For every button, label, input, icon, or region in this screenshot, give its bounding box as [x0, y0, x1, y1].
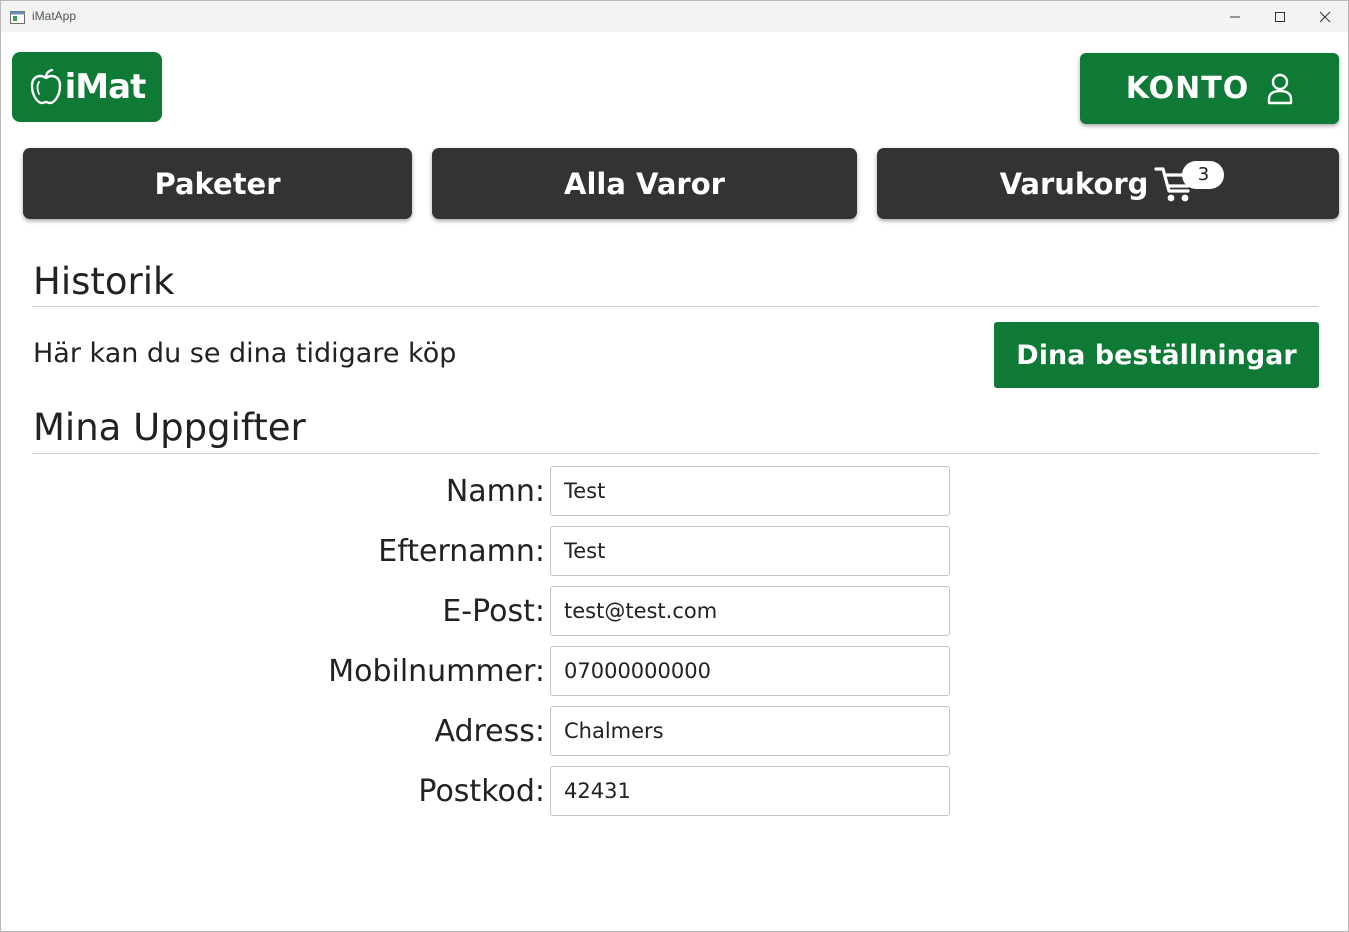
- cart-indicator: 3: [1154, 159, 1225, 209]
- postkod-label: Postkod:: [418, 774, 545, 809]
- minimize-button[interactable]: [1212, 1, 1258, 32]
- app-window: iMatApp iMat KONTO Paketer Alla Varor Va…: [0, 0, 1349, 932]
- form-row-postkod: Postkod:: [1, 766, 1349, 816]
- namn-label: Namn:: [445, 474, 545, 509]
- adress-field[interactable]: [550, 706, 950, 756]
- title-bar[interactable]: iMatApp: [1, 1, 1348, 32]
- adress-label: Adress:: [434, 714, 545, 749]
- epost-label: E-Post:: [442, 594, 545, 629]
- efternamn-label: Efternamn:: [378, 534, 545, 569]
- postkod-field[interactable]: [550, 766, 950, 816]
- nav-paketer-label: Paketer: [154, 166, 281, 201]
- form-row-adress: Adress:: [1, 706, 1349, 756]
- mobilnummer-field[interactable]: [550, 646, 950, 696]
- close-button[interactable]: [1302, 1, 1348, 32]
- historik-divider: [32, 306, 1319, 307]
- imat-logo[interactable]: iMat: [12, 52, 162, 122]
- close-icon: [1319, 11, 1331, 23]
- nav-varukorg-button[interactable]: Varukorg 3: [877, 148, 1339, 219]
- form-row-efternamn: Efternamn:: [1, 526, 1349, 576]
- form-row-mobilnummer: Mobilnummer:: [1, 646, 1349, 696]
- epost-field[interactable]: [550, 586, 950, 636]
- mina-uppgifter-title: Mina Uppgifter: [33, 406, 306, 449]
- maximize-icon: [1275, 12, 1285, 22]
- namn-field[interactable]: [550, 466, 950, 516]
- nav-varukorg-label: Varukorg: [999, 166, 1149, 201]
- user-icon: [1268, 73, 1293, 104]
- minimize-icon: [1230, 16, 1240, 18]
- mobilnummer-label: Mobilnummer:: [328, 654, 545, 689]
- nav-alla-varor-label: Alla Varor: [564, 166, 725, 201]
- form-row-epost: E-Post:: [1, 586, 1349, 636]
- window-title: iMatApp: [32, 9, 77, 23]
- nav-paketer-button[interactable]: Paketer: [23, 148, 412, 219]
- konto-label: KONTO: [1125, 71, 1250, 106]
- cart-count-badge: 3: [1182, 160, 1225, 189]
- maximize-button[interactable]: [1257, 1, 1303, 32]
- konto-button[interactable]: KONTO: [1080, 53, 1339, 124]
- dina-bestallningar-button[interactable]: Dina beställningar: [994, 322, 1319, 388]
- historik-title: Historik: [33, 260, 175, 303]
- historik-description: Här kan du se dina tidigare köp: [33, 338, 457, 369]
- nav-alla-varor-button[interactable]: Alla Varor: [432, 148, 857, 219]
- apple-icon: [30, 68, 61, 105]
- logo-text: iMat: [64, 67, 147, 107]
- app-icon: [10, 9, 25, 24]
- mina-uppgifter-divider: [32, 453, 1319, 454]
- efternamn-field[interactable]: [550, 526, 950, 576]
- form-row-namn: Namn:: [1, 466, 1349, 516]
